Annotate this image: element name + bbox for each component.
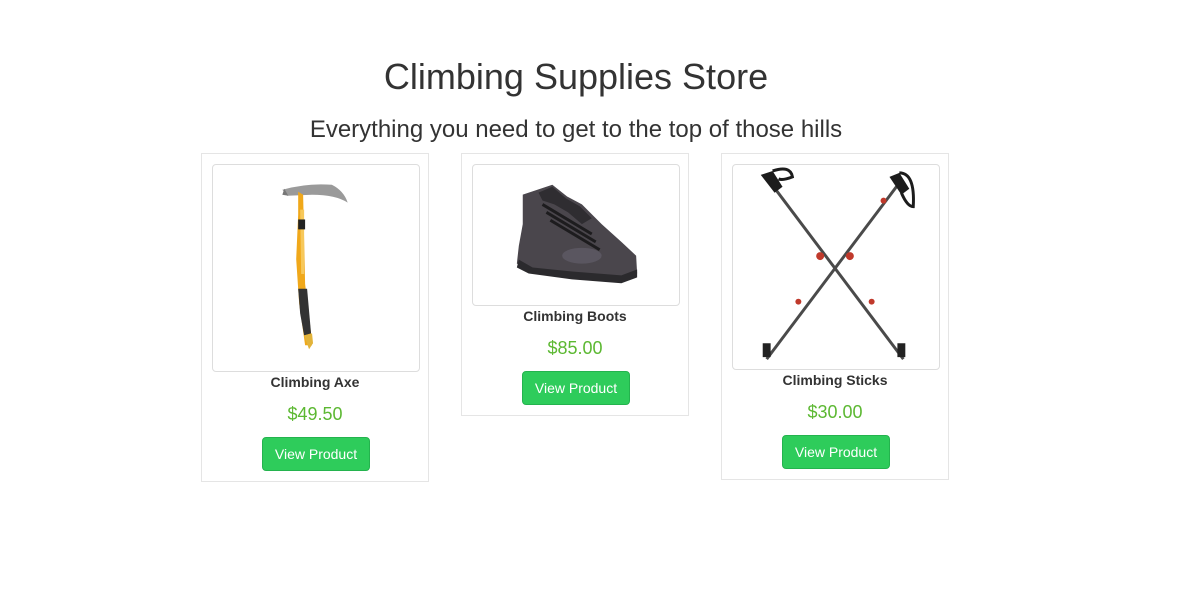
- view-product-button[interactable]: View Product: [262, 437, 370, 471]
- trekking-poles-image: [760, 167, 915, 360]
- product-price: $30.00: [807, 402, 863, 422]
- product-card-climbing-sticks: Climbing Sticks $30.00 View Product: [721, 153, 949, 480]
- page-subtitle: Everything you need to get to the top of…: [309, 116, 843, 143]
- product-name: Climbing Axe: [270, 374, 360, 390]
- product-thumbnail[interactable]: [732, 164, 940, 370]
- product-price: $49.50: [287, 404, 343, 424]
- product-price: $85.00: [547, 338, 603, 358]
- page: Climbing Supplies Store Everything you n…: [0, 0, 1182, 609]
- view-product-button[interactable]: View Product: [522, 371, 630, 405]
- product-thumbnail[interactable]: [472, 164, 680, 306]
- ice-axe-image: [282, 184, 348, 350]
- product-thumbnail[interactable]: [212, 164, 420, 372]
- page-title: Climbing Supplies Store: [383, 56, 769, 97]
- view-product-button[interactable]: View Product: [782, 435, 890, 469]
- product-card-climbing-axe: Climbing Axe $49.50 View Product: [201, 153, 429, 482]
- product-name: Climbing Boots: [523, 308, 627, 324]
- product-card-climbing-boots: Climbing Boots $85.00 View Product: [461, 153, 689, 416]
- product-name: Climbing Sticks: [782, 372, 888, 388]
- hiking-boot-image: [516, 184, 638, 284]
